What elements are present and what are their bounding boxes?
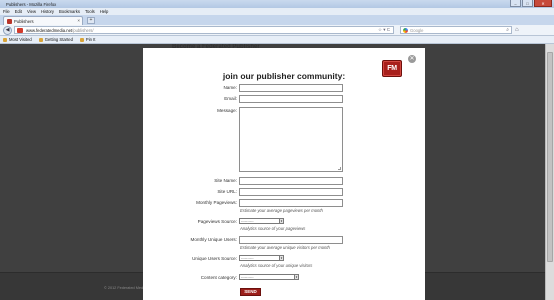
- window-controls: – □ ✕: [509, 0, 552, 8]
- tab-close-icon[interactable]: ×: [77, 18, 80, 23]
- search-icon[interactable]: ⌕: [506, 27, 509, 33]
- name-label: Name:: [223, 85, 237, 90]
- navigation-bar: ◀ www.federatedmedia.net /publishers/ ☆ …: [0, 25, 554, 36]
- close-window-button[interactable]: ✕: [534, 0, 552, 7]
- bookmark-label: Getting Started: [44, 37, 73, 42]
- back-button[interactable]: ◀: [3, 25, 12, 35]
- url-host: www.federatedmedia.net: [26, 27, 73, 33]
- bookmark-most-visited[interactable]: Most Visited: [3, 37, 32, 42]
- window-title: Publishers - Mozilla Firefox: [6, 1, 57, 7]
- site-favicon-icon: [7, 18, 12, 24]
- chevron-down-icon: ▾: [294, 275, 298, 279]
- menu-tools[interactable]: Tools: [85, 9, 95, 14]
- maximize-button[interactable]: □: [522, 0, 533, 7]
- close-icon[interactable]: ✕: [408, 55, 416, 63]
- bookmark-pin-it[interactable]: Pin It: [79, 37, 96, 42]
- pageviews-source-value: ----------: [241, 219, 254, 223]
- bookmarks-toolbar: Most Visited Getting Started Pin It: [0, 36, 554, 44]
- unique-users-source-select[interactable]: ---------- ▾: [239, 255, 284, 261]
- bookmark-folder-icon: [3, 37, 7, 42]
- pageviews-source-select[interactable]: ---------- ▾: [239, 218, 284, 224]
- site-name-field[interactable]: [239, 177, 343, 185]
- email-field[interactable]: [239, 95, 343, 103]
- menu-view[interactable]: View: [27, 9, 36, 14]
- content-category-select[interactable]: ---------- ▾: [239, 274, 299, 280]
- search-placeholder: Google: [410, 27, 424, 33]
- email-label: Email:: [224, 96, 237, 101]
- chevron-down-icon: ▾: [279, 256, 283, 260]
- site-url-field[interactable]: [239, 188, 343, 196]
- monthly-pageviews-hint: Estimate your average pageviews per mont…: [240, 208, 323, 213]
- bookmark-page-icon: [38, 37, 43, 42]
- google-icon[interactable]: [403, 27, 408, 33]
- site-identity-icon[interactable]: [17, 27, 23, 33]
- menu-edit[interactable]: Edit: [15, 9, 22, 14]
- unique-users-source-hint: Analytics source of your unique visitors: [240, 263, 313, 268]
- content-category-label: Content category:: [200, 275, 237, 280]
- message-textarea[interactable]: [239, 107, 343, 172]
- pageviews-source-label: Pageviews Source:: [197, 219, 237, 224]
- monthly-unique-users-hint: Estimate your average unique visitors pe…: [240, 245, 330, 250]
- bookmark-label: Pin It: [85, 37, 96, 42]
- pageviews-source-hint: Analytics source of your pageviews: [240, 226, 306, 231]
- tab-label: Publishers: [14, 18, 34, 24]
- bookmark-label: Most Visited: [9, 37, 32, 42]
- content-category-value: ----------: [241, 275, 254, 279]
- site-name-label: Site Name:: [214, 178, 237, 183]
- monthly-unique-users-field[interactable]: [239, 236, 343, 244]
- name-field[interactable]: [239, 84, 343, 92]
- monthly-pageviews-label: Monthly Pageviews:: [196, 200, 237, 205]
- menu-help[interactable]: Help: [100, 9, 109, 14]
- chevron-down-icon: ▾: [279, 219, 283, 223]
- scrollbar-thumb[interactable]: [547, 52, 553, 262]
- monthly-unique-users-label: Monthly Unique Users:: [190, 237, 237, 242]
- url-bar[interactable]: www.federatedmedia.net /publishers/ ☆ ▾ …: [14, 26, 394, 34]
- bookmark-page-icon: [79, 37, 84, 42]
- window-titlebar: Publishers - Mozilla Firefox – □ ✕: [0, 0, 554, 8]
- modal-heading: join our publisher community:: [222, 71, 346, 81]
- tab-publishers[interactable]: Publishers ×: [3, 16, 83, 25]
- menu-bar: File Edit View History Bookmarks Tools H…: [0, 8, 554, 15]
- url-actions-icon[interactable]: ☆ ▾ C: [378, 27, 390, 33]
- minimize-button[interactable]: –: [510, 0, 521, 7]
- bookmark-getting-started[interactable]: Getting Started: [38, 37, 73, 42]
- site-url-label: Site URL:: [217, 189, 237, 194]
- new-tab-button[interactable]: +: [87, 17, 95, 24]
- publisher-signup-modal: ✕ FM join our publisher community: Name:…: [143, 48, 425, 300]
- menu-bookmarks[interactable]: Bookmarks: [59, 9, 80, 14]
- unique-users-source-label: Unique Users Source:: [192, 256, 237, 261]
- tab-bar: Publishers × +: [0, 15, 554, 25]
- send-button[interactable]: SEND: [240, 288, 261, 296]
- page-scrollbar[interactable]: [545, 44, 554, 300]
- monthly-pageviews-field[interactable]: [239, 199, 343, 207]
- message-label: Message:: [217, 108, 237, 113]
- menu-file[interactable]: File: [3, 9, 10, 14]
- home-icon[interactable]: ⌂: [515, 27, 519, 33]
- menu-history[interactable]: History: [41, 9, 54, 14]
- unique-users-source-value: ----------: [241, 256, 254, 260]
- resize-grip-icon[interactable]: [338, 167, 341, 170]
- search-bar[interactable]: Google ⌕: [400, 26, 512, 34]
- url-path: /publishers/: [72, 27, 94, 33]
